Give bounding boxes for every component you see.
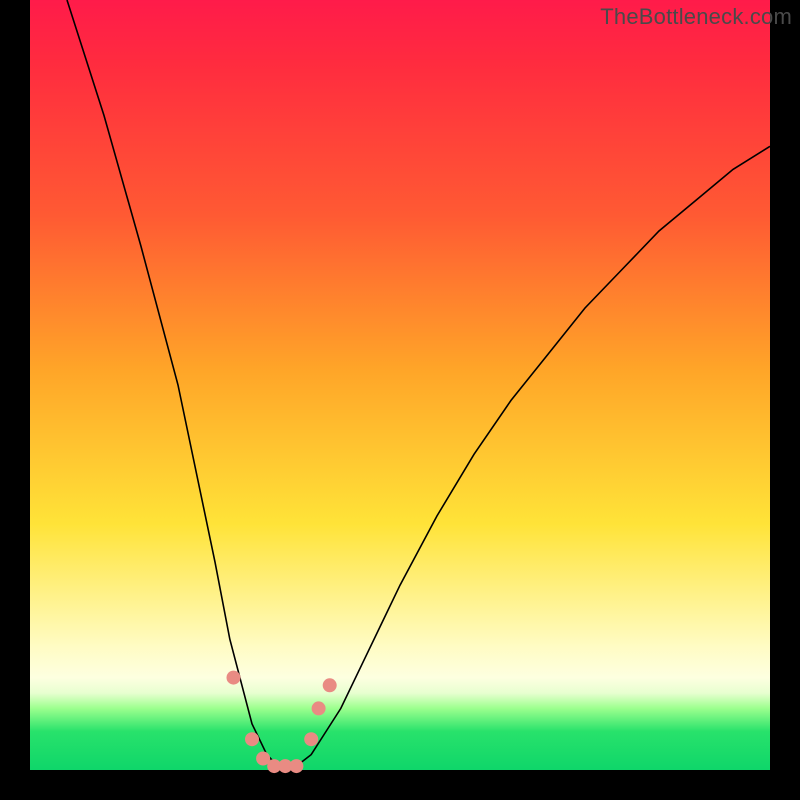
curve-path [67,0,770,770]
highlight-dot [245,732,259,746]
outer-frame: TheBottleneck.com [0,0,800,800]
bottleneck-curve [67,0,770,770]
highlight-dot [289,759,303,773]
highlight-dot [304,732,318,746]
chart-svg [30,0,770,770]
plot-area [30,0,770,770]
watermark-text: TheBottleneck.com [600,4,792,30]
highlight-dots [227,671,337,774]
highlight-dot [312,701,326,715]
highlight-dot [227,671,241,685]
highlight-dot [323,678,337,692]
